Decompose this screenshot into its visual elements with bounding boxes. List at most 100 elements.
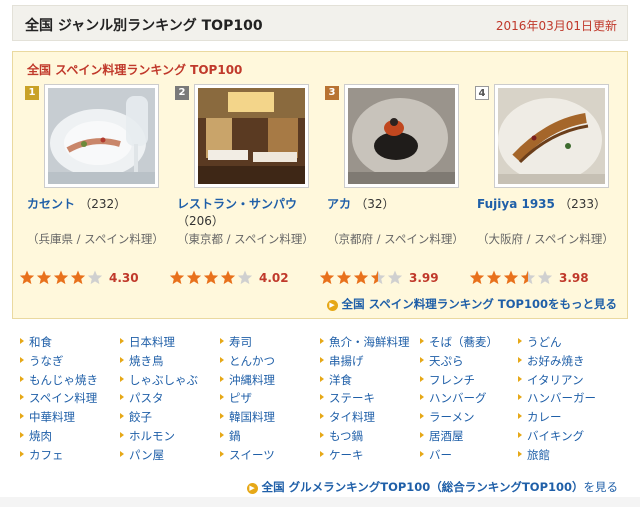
genre-label[interactable]: ケーキ: [329, 448, 364, 462]
ranking-title[interactable]: 全国 スペイン料理ランキング TOP100: [27, 61, 242, 78]
genre-link[interactable]: 鍋: [220, 428, 241, 444]
restaurant-name[interactable]: Fujiya 1935: [477, 197, 555, 211]
genre-label[interactable]: ステーキ: [329, 391, 375, 405]
genre-link[interactable]: 魚介・海鮮料理: [320, 334, 410, 350]
restaurant-photo[interactable]: [194, 84, 309, 188]
genre-label[interactable]: 串揚げ: [329, 354, 364, 368]
genre-label[interactable]: 鍋: [229, 429, 241, 443]
genre-label[interactable]: とんかつ: [229, 354, 275, 368]
genre-link[interactable]: カフェ: [20, 447, 64, 463]
genre-link[interactable]: ケーキ: [320, 447, 364, 463]
genre-label[interactable]: 沖縄料理: [229, 373, 275, 387]
genre-link[interactable]: 旅館: [518, 447, 550, 463]
genre-label[interactable]: ハンバーグ: [429, 391, 487, 405]
genre-label[interactable]: 魚介・海鮮料理: [329, 335, 410, 349]
genre-label[interactable]: 和食: [29, 335, 52, 349]
genre-label[interactable]: イタリアン: [527, 373, 584, 387]
genre-label[interactable]: 旅館: [527, 448, 550, 462]
overall-ranking-label[interactable]: 全国 グルメランキングTOP100（総合ランキングTOP100）: [262, 480, 584, 494]
genre-link[interactable]: ステーキ: [320, 390, 375, 406]
genre-link[interactable]: 日本料理: [120, 334, 175, 350]
genre-label[interactable]: 天ぷら: [429, 354, 464, 368]
genre-link[interactable]: パスタ: [120, 390, 164, 406]
genre-link[interactable]: とんかつ: [220, 353, 275, 369]
restaurant-name-link[interactable]: Fujiya 1935 （233）: [477, 196, 617, 213]
genre-link[interactable]: フレンチ: [420, 372, 475, 388]
genre-link[interactable]: スペイン料理: [20, 390, 97, 406]
genre-link[interactable]: 中華料理: [20, 409, 75, 425]
genre-label[interactable]: パン屋: [129, 448, 164, 462]
genre-label[interactable]: お好み焼き: [527, 354, 585, 368]
genre-label[interactable]: スイーツ: [229, 448, 275, 462]
genre-link[interactable]: 居酒屋: [420, 428, 464, 444]
genre-label[interactable]: バイキング: [527, 429, 584, 443]
restaurant-name[interactable]: カセント: [27, 197, 75, 211]
genre-label[interactable]: 洋食: [329, 373, 352, 387]
genre-link[interactable]: パン屋: [120, 447, 164, 463]
genre-link[interactable]: ハンバーガー: [518, 390, 596, 406]
genre-link[interactable]: バイキング: [518, 428, 584, 444]
genre-link[interactable]: 沖縄料理: [220, 372, 275, 388]
genre-label[interactable]: 中華料理: [29, 410, 75, 424]
genre-link[interactable]: そば（蕎麦）: [420, 334, 498, 350]
restaurant-photo[interactable]: [344, 84, 459, 188]
genre-link[interactable]: カレー: [518, 409, 562, 425]
genre-label[interactable]: 焼き鳥: [129, 354, 164, 368]
genre-label[interactable]: しゃぶしゃぶ: [129, 373, 198, 387]
restaurant-name-link[interactable]: アカ （32）: [327, 196, 467, 213]
genre-link[interactable]: 寿司: [220, 334, 252, 350]
genre-label[interactable]: カレー: [527, 410, 562, 424]
more-ranking-label[interactable]: 全国 スペイン料理ランキング TOP100をもっと見る: [342, 297, 617, 311]
more-ranking-link[interactable]: ▶ 全国 スペイン料理ランキング TOP100をもっと見る: [326, 296, 617, 312]
genre-label[interactable]: うどん: [527, 335, 562, 349]
genre-label[interactable]: タイ料理: [329, 410, 375, 424]
genre-link[interactable]: もんじゃ焼き: [20, 372, 98, 388]
genre-label[interactable]: 餃子: [129, 410, 152, 424]
genre-link[interactable]: タイ料理: [320, 409, 375, 425]
genre-link[interactable]: ピザ: [220, 390, 252, 406]
genre-label[interactable]: スペイン料理: [29, 391, 97, 405]
restaurant-name[interactable]: アカ: [327, 197, 351, 211]
genre-link[interactable]: ホルモン: [120, 428, 175, 444]
genre-label[interactable]: 寿司: [229, 335, 252, 349]
genre-link[interactable]: うなぎ: [20, 353, 64, 369]
genre-link[interactable]: ラーメン: [420, 409, 475, 425]
genre-label[interactable]: フレンチ: [429, 373, 475, 387]
genre-label[interactable]: 焼肉: [29, 429, 52, 443]
restaurant-name-link[interactable]: カセント （232）: [27, 196, 167, 213]
restaurant-photo[interactable]: [44, 84, 159, 188]
genre-label[interactable]: そば（蕎麦）: [429, 335, 498, 349]
genre-link[interactable]: 餃子: [120, 409, 152, 425]
restaurant-name-link[interactable]: レストラン・サンパウ （206）: [177, 196, 317, 230]
genre-link[interactable]: 焼き鳥: [120, 353, 164, 369]
genre-link[interactable]: ハンバーグ: [420, 390, 487, 406]
genre-label[interactable]: 日本料理: [129, 335, 175, 349]
genre-link[interactable]: 串揚げ: [320, 353, 364, 369]
genre-link[interactable]: 焼肉: [20, 428, 52, 444]
genre-link[interactable]: 天ぷら: [420, 353, 464, 369]
overall-ranking-tail[interactable]: を見る: [584, 480, 619, 494]
genre-label[interactable]: もんじゃ焼き: [29, 373, 98, 387]
overall-ranking-link[interactable]: ▶ 全国 グルメランキングTOP100（総合ランキングTOP100）を見る: [246, 479, 619, 495]
genre-link[interactable]: しゃぶしゃぶ: [120, 372, 198, 388]
genre-link[interactable]: 和食: [20, 334, 52, 350]
genre-link[interactable]: お好み焼き: [518, 353, 585, 369]
genre-link[interactable]: スイーツ: [220, 447, 275, 463]
genre-label[interactable]: うなぎ: [29, 354, 64, 368]
genre-label[interactable]: もつ鍋: [329, 429, 363, 443]
genre-link[interactable]: 韓国料理: [220, 409, 275, 425]
genre-link[interactable]: うどん: [518, 334, 562, 350]
genre-link[interactable]: 洋食: [320, 372, 352, 388]
genre-label[interactable]: ラーメン: [429, 410, 475, 424]
genre-label[interactable]: 韓国料理: [229, 410, 275, 424]
genre-label[interactable]: カフェ: [29, 448, 64, 462]
genre-label[interactable]: ハンバーガー: [527, 391, 596, 405]
genre-link[interactable]: イタリアン: [518, 372, 584, 388]
genre-label[interactable]: 居酒屋: [429, 429, 464, 443]
genre-link[interactable]: もつ鍋: [320, 428, 363, 444]
restaurant-name[interactable]: レストラン・サンパウ: [177, 197, 297, 211]
restaurant-photo[interactable]: [494, 84, 609, 188]
genre-link[interactable]: バー: [420, 447, 452, 463]
genre-label[interactable]: ピザ: [229, 391, 252, 405]
genre-label[interactable]: バー: [429, 448, 452, 462]
